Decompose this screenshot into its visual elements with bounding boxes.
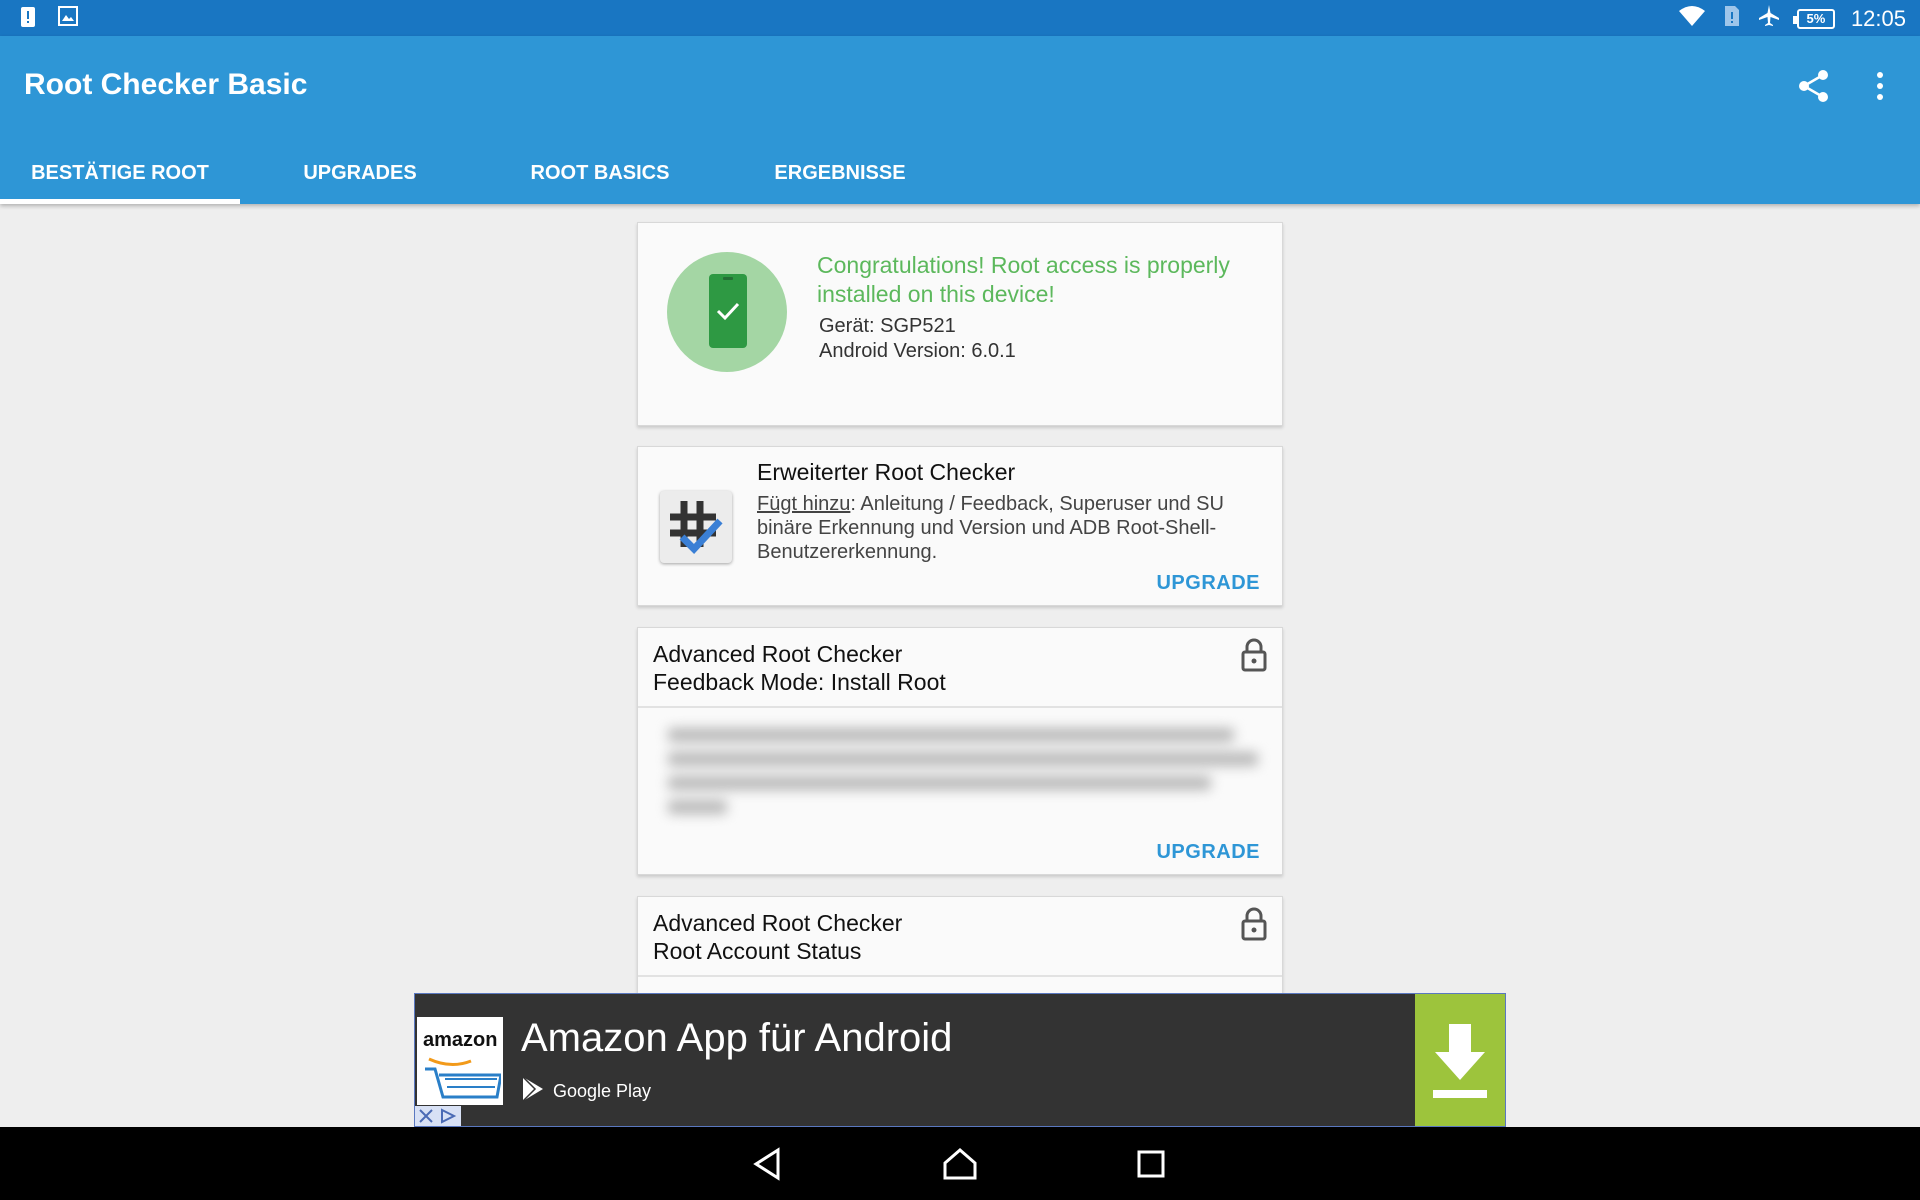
amazon-logo: amazon (417, 1017, 503, 1105)
root-success-icon (667, 252, 787, 372)
airplane-icon (1757, 4, 1781, 33)
battery-icon: 5% (1792, 8, 1835, 29)
home-icon[interactable] (940, 1147, 980, 1181)
upgrade-card: Erweiterter Root Checker Fügt hinzu: Anl… (637, 446, 1283, 606)
back-icon[interactable] (748, 1147, 788, 1181)
google-play-icon (521, 1076, 545, 1107)
locked-card-subtitle: Root Account Status (653, 938, 862, 964)
wifi-icon (1677, 4, 1707, 33)
upgrade-card-description: Fügt hinzu: Anleitung / Feedback, Superu… (757, 492, 1267, 564)
tab-bestatige-root[interactable]: BESTÄTIGE ROOT (0, 150, 240, 204)
adds-label: Fügt hinzu (757, 493, 851, 515)
gallery-icon (58, 6, 78, 33)
recents-icon[interactable] (1132, 1147, 1172, 1181)
status-bar: 5% 12:05 (0, 0, 1920, 36)
lock-icon (1240, 637, 1268, 673)
navigation-bar (0, 1127, 1920, 1200)
download-icon[interactable] (1415, 994, 1505, 1126)
overflow-menu-icon[interactable] (1868, 66, 1892, 106)
ad-close-icon[interactable] (415, 1106, 461, 1126)
clock: 12:05 (1850, 5, 1906, 31)
locked-card-title: Advanced Root Checker (653, 910, 903, 936)
locked-card-feedback-mode: Advanced Root Checker Feedback Mode: Ins… (637, 627, 1283, 875)
root-status-message: Congratulations! Root access is properly… (817, 252, 1230, 307)
app-bar: Root Checker Basic BESTÄTIGE ROOT UPGRAD… (0, 36, 1920, 204)
sim-icon (1723, 4, 1741, 33)
tab-bar: BESTÄTIGE ROOT UPGRADES ROOT BASICS ERGE… (0, 150, 960, 204)
share-icon[interactable] (1794, 66, 1834, 106)
root-checker-pro-icon (660, 491, 732, 563)
blurred-content (668, 728, 1258, 828)
notification-alert-icon (20, 6, 36, 33)
lock-icon (1240, 906, 1268, 942)
upgrade-button[interactable]: UPGRADE (1156, 572, 1260, 595)
tab-root-basics[interactable]: ROOT BASICS (480, 150, 720, 204)
google-play-label: Google Play (553, 1081, 652, 1101)
locked-card-title: Advanced Root Checker (653, 641, 903, 667)
tab-upgrades[interactable]: UPGRADES (240, 150, 480, 204)
ad-banner[interactable]: amazon Amazon App für Android Google Pla… (414, 993, 1506, 1127)
android-version: Android Version: 6.0.1 (819, 340, 1016, 362)
app-title: Root Checker Basic (24, 68, 308, 101)
device-model: Gerät: SGP521 (819, 315, 956, 337)
ad-title: Amazon App für Android (521, 1016, 953, 1060)
locked-card-subtitle: Feedback Mode: Install Root (653, 669, 946, 695)
tab-ergebnisse[interactable]: ERGEBNISSE (720, 150, 960, 204)
root-status-card: Congratulations! Root access is properly… (637, 222, 1283, 426)
upgrade-button[interactable]: UPGRADE (1156, 841, 1260, 864)
upgrade-card-title: Erweiterter Root Checker (757, 459, 1016, 485)
